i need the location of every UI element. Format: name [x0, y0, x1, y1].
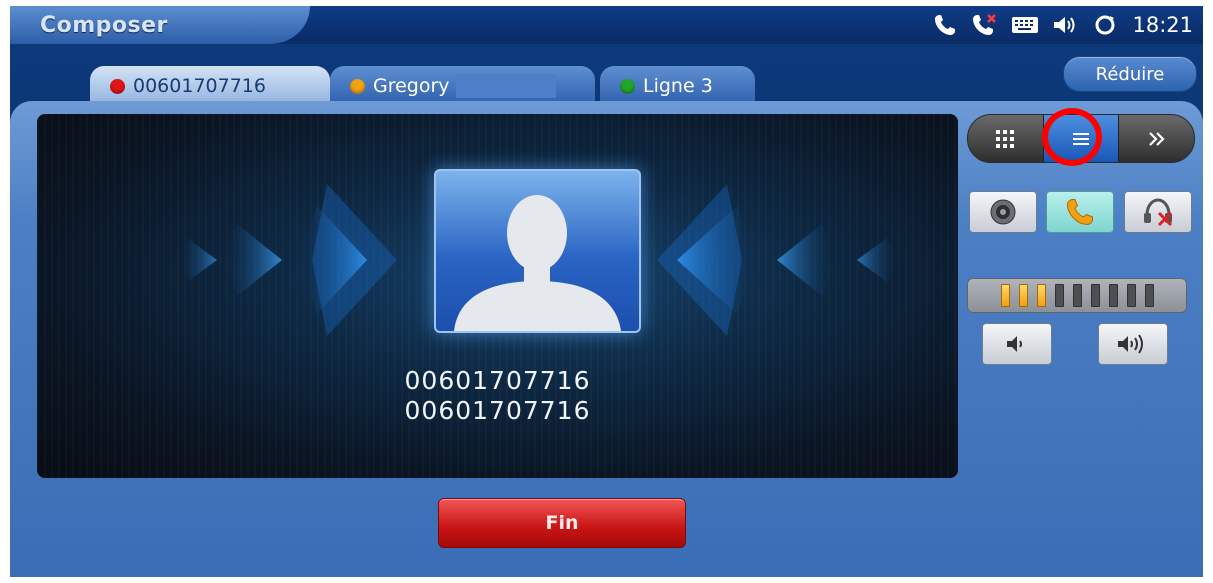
title-tab: Composer [10, 6, 310, 44]
reduce-button[interactable]: Réduire [1063, 56, 1197, 92]
tab-line-2[interactable]: Gregory [330, 66, 595, 106]
app-title: Composer [40, 13, 168, 38]
arrow-left-2 [222, 224, 282, 296]
sync-icon [1090, 10, 1120, 40]
keypad-icon [996, 129, 1015, 148]
volume-level-bar [967, 278, 1187, 313]
redacted-block [455, 74, 556, 98]
tab-label: 00601707716 [133, 75, 266, 97]
record-icon [990, 199, 1016, 225]
composer-window: Composer 18:21 Réduire 00601707716 Grego… [10, 6, 1203, 577]
more-button[interactable] [1119, 115, 1194, 162]
record-button[interactable] [969, 191, 1037, 233]
keypad-view-button[interactable] [968, 115, 1043, 162]
phone-icon [1066, 199, 1093, 226]
status-dot-orange [350, 78, 365, 94]
person-silhouette-icon [454, 195, 621, 331]
volume-tick [1000, 284, 1010, 307]
volume-tick [1108, 284, 1118, 307]
contact-avatar [434, 169, 641, 333]
status-bar: 18:21 [930, 10, 1193, 40]
status-dot-green [620, 78, 635, 94]
clock-time: 18:21 [1132, 13, 1193, 37]
arrow-right-2 [777, 224, 837, 296]
phone-icon [930, 10, 960, 40]
tab-label: Gregory [373, 75, 450, 97]
volume-down-icon [1007, 336, 1022, 352]
caller-info: 00601707716 00601707716 [37, 366, 958, 426]
arrow-right-3 [857, 238, 899, 282]
arrow-left-1 [177, 238, 217, 282]
arrow-right-glow [657, 184, 742, 336]
tab-line-3[interactable]: Ligne 3 [600, 66, 755, 106]
keyboard-icon [1010, 10, 1040, 40]
headset-mute-icon [1144, 198, 1173, 227]
volume-tick [1036, 284, 1046, 307]
tab-line-1[interactable]: 00601707716 [90, 66, 330, 106]
status-dot-red [110, 78, 125, 94]
highlight-circle [1042, 108, 1102, 166]
caller-number-secondary: 00601707716 [404, 396, 591, 425]
volume-tick [1144, 284, 1154, 307]
volume-down-button[interactable] [982, 323, 1052, 365]
volume-tick [1018, 284, 1028, 307]
caller-number: 00601707716 [404, 366, 591, 395]
headset-mute-button[interactable] [1124, 191, 1192, 233]
volume-tick [1090, 284, 1100, 307]
volume-up-button[interactable] [1098, 323, 1168, 365]
speaker-icon [1050, 10, 1080, 40]
volume-tick [1072, 284, 1082, 307]
end-call-button[interactable]: Fin [438, 498, 686, 548]
volume-up-icon [1118, 334, 1143, 354]
volume-tick [1054, 284, 1064, 307]
answer-button[interactable] [1046, 191, 1114, 233]
arrow-left-glow [312, 184, 397, 336]
missed-call-icon [970, 10, 1000, 40]
tab-label: Ligne 3 [643, 75, 713, 97]
caller-display: 00601707716 00601707716 [37, 114, 958, 478]
top-bar: Composer 18:21 [10, 6, 1203, 44]
call-panel: 00601707716 00601707716 Fin [10, 101, 1203, 577]
volume-tick [1126, 284, 1136, 307]
forward-icon [1148, 131, 1165, 146]
